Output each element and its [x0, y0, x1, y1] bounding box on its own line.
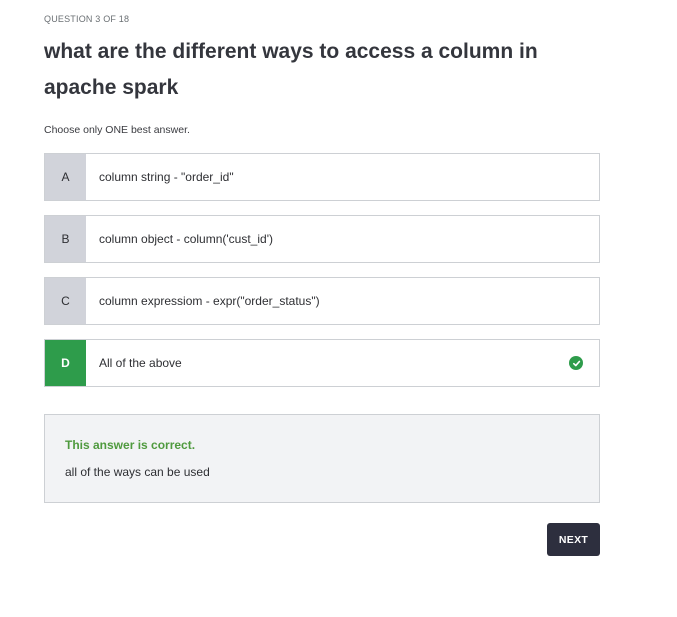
answer-option-b[interactable]: B column object - column('cust_id')	[44, 215, 600, 263]
feedback-title: This answer is correct.	[65, 438, 196, 452]
answer-option-d[interactable]: D All of the above	[44, 339, 600, 387]
next-button[interactable]: NEXT	[547, 523, 600, 556]
answer-option-c[interactable]: C column expressiom - expr("order_status…	[44, 277, 600, 325]
check-circle-icon	[569, 356, 583, 370]
option-letter: B	[45, 216, 86, 262]
option-text: column string - "order_id"	[99, 170, 234, 184]
feedback-panel: This answer is correct. all of the ways …	[44, 414, 600, 503]
option-letter: D	[45, 340, 86, 386]
question-counter: QUESTION 3 OF 18	[44, 14, 130, 24]
option-text: column object - column('cust_id')	[99, 232, 273, 246]
option-letter: C	[45, 278, 86, 324]
option-text: All of the above	[99, 356, 182, 370]
question-title: what are the different ways to access a …	[44, 40, 538, 99]
answer-option-a[interactable]: A column string - "order_id"	[44, 153, 600, 201]
option-letter: A	[45, 154, 86, 200]
option-text: column expressiom - expr("order_status")	[99, 294, 320, 308]
answer-instruction: Choose only ONE best answer.	[44, 124, 190, 136]
feedback-explanation: all of the ways can be used	[65, 465, 210, 479]
